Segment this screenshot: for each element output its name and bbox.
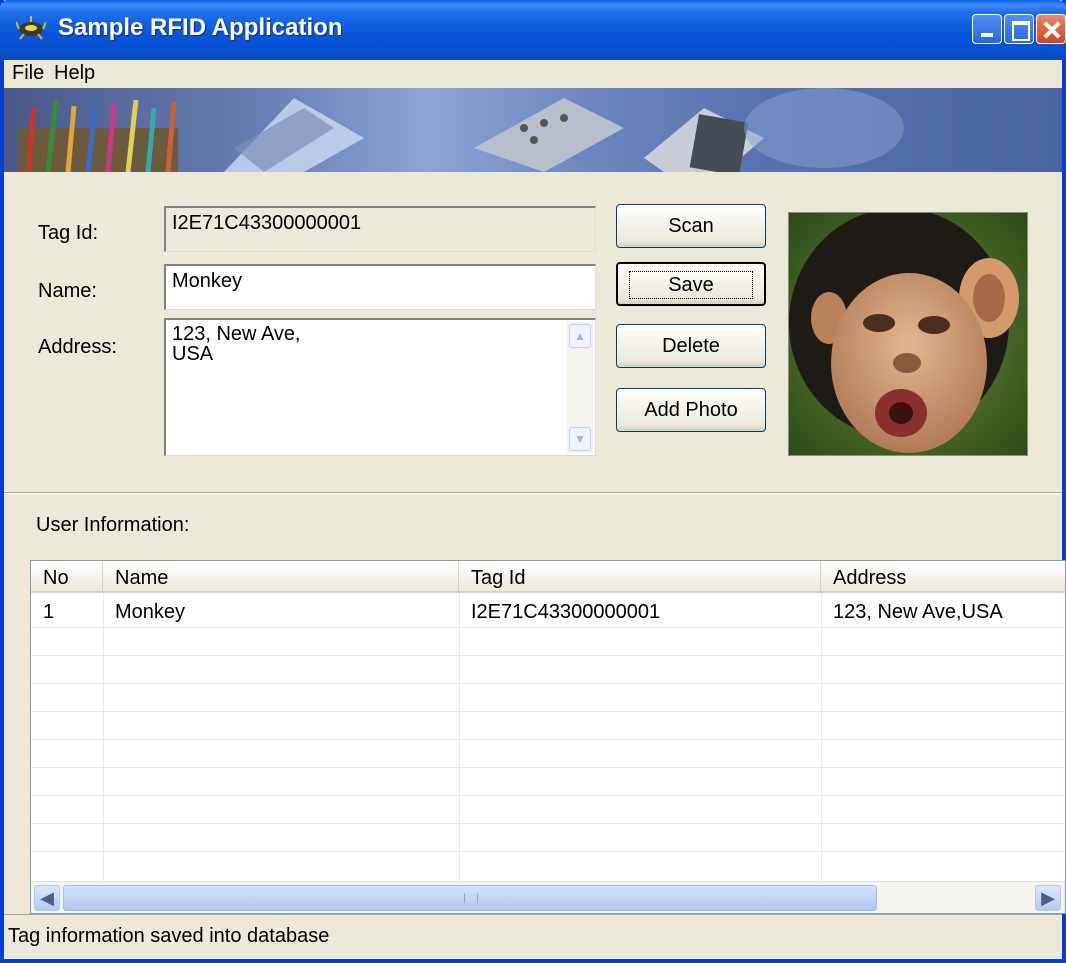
grid-line [31, 627, 1065, 628]
menu-help[interactable]: Help [54, 62, 95, 85]
user-photo [788, 212, 1028, 456]
name-field[interactable]: Monkey [164, 264, 596, 310]
table-row-1-name[interactable]: Monkey [115, 601, 185, 624]
tag-id-value: I2E71C43300000001 [172, 212, 362, 234]
table-row-1-no[interactable]: 1 [43, 601, 54, 624]
scan-button-label: Scan [668, 215, 714, 237]
delete-button[interactable]: Delete [616, 324, 766, 368]
scroll-down-icon[interactable]: ▼ [569, 427, 591, 451]
address-label: Address: [38, 336, 117, 358]
scrollbar-grip-icon [464, 893, 478, 903]
address-line-1: 123, New Ave, [172, 323, 301, 345]
add-photo-button[interactable]: Add Photo [616, 388, 766, 432]
address-field[interactable]: 123, New Ave, USA ▲ ▼ [164, 318, 596, 456]
table-horizontal-scrollbar[interactable]: ◀ ▶ [31, 881, 1065, 913]
chimpanzee-photo-image [789, 213, 1027, 455]
grid-line [31, 655, 1065, 656]
column-tag-id-label: Tag Id [471, 567, 526, 589]
grid-line [31, 739, 1065, 740]
name-label: Name: [38, 280, 97, 302]
menu-bar: File Help [4, 60, 1062, 88]
scrollbar-thumb[interactable] [63, 885, 877, 911]
column-no-label: No [43, 567, 69, 589]
maximize-button[interactable] [1004, 14, 1034, 44]
table-row-1-address[interactable]: 123, New Ave,USA [833, 601, 1003, 624]
application-window: Sample RFID Application File Help Tag Id… [0, 0, 1066, 963]
grid-line [31, 851, 1065, 852]
grid-line [821, 593, 822, 883]
header-banner-image [4, 88, 1062, 172]
scroll-left-icon[interactable]: ◀ [34, 885, 60, 911]
scroll-up-icon[interactable]: ▲ [569, 324, 591, 348]
table-row-1-tag-id[interactable]: I2E71C43300000001 [471, 601, 660, 624]
status-message: Tag information saved into database [8, 925, 330, 947]
banner-artwork [18, 88, 904, 172]
grid-line [31, 683, 1065, 684]
column-name-label: Name [115, 567, 169, 589]
window-title: Sample RFID Application [58, 14, 343, 41]
grid-line [459, 593, 460, 883]
column-header-name[interactable]: Name [103, 561, 459, 593]
save-button-label: Save [629, 271, 753, 299]
tag-id-label: Tag Id: [38, 222, 99, 244]
address-scrollbar[interactable]: ▲ ▼ [567, 322, 593, 453]
delete-button-label: Delete [662, 335, 720, 357]
scroll-right-icon[interactable]: ▶ [1035, 885, 1061, 911]
grid-line [31, 711, 1065, 712]
table-header: No Name Tag Id Address [31, 561, 1065, 593]
save-button[interactable]: Save [616, 262, 766, 306]
app-icon [16, 16, 46, 40]
status-bar: Tag information saved into database [4, 914, 1062, 958]
user-information-heading: User Information: [36, 514, 190, 536]
user-information-table[interactable]: No Name Tag Id Address 1 Monkey I2E71C43… [30, 560, 1066, 914]
scan-button[interactable]: Scan [616, 204, 766, 248]
column-header-no[interactable]: No [31, 561, 103, 593]
column-header-address[interactable]: Address [821, 561, 1065, 593]
grid-line [31, 823, 1065, 824]
grid-line [31, 795, 1065, 796]
menu-file-label: File [12, 62, 45, 84]
section-divider [4, 492, 1062, 494]
title-bar[interactable]: Sample RFID Application [0, 0, 1066, 60]
grid-line [31, 767, 1065, 768]
address-line-2: USA [172, 343, 214, 365]
name-value: Monkey [172, 270, 243, 292]
menu-help-label: Help [54, 62, 96, 84]
menu-file[interactable]: File [12, 62, 44, 85]
minimize-button[interactable] [972, 14, 1002, 44]
tag-id-field[interactable]: I2E71C43300000001 [164, 206, 596, 252]
column-header-tag-id[interactable]: Tag Id [459, 561, 821, 593]
close-button[interactable] [1036, 14, 1066, 44]
add-photo-button-label: Add Photo [644, 399, 738, 421]
grid-line [103, 593, 104, 883]
column-address-label: Address [833, 567, 907, 589]
